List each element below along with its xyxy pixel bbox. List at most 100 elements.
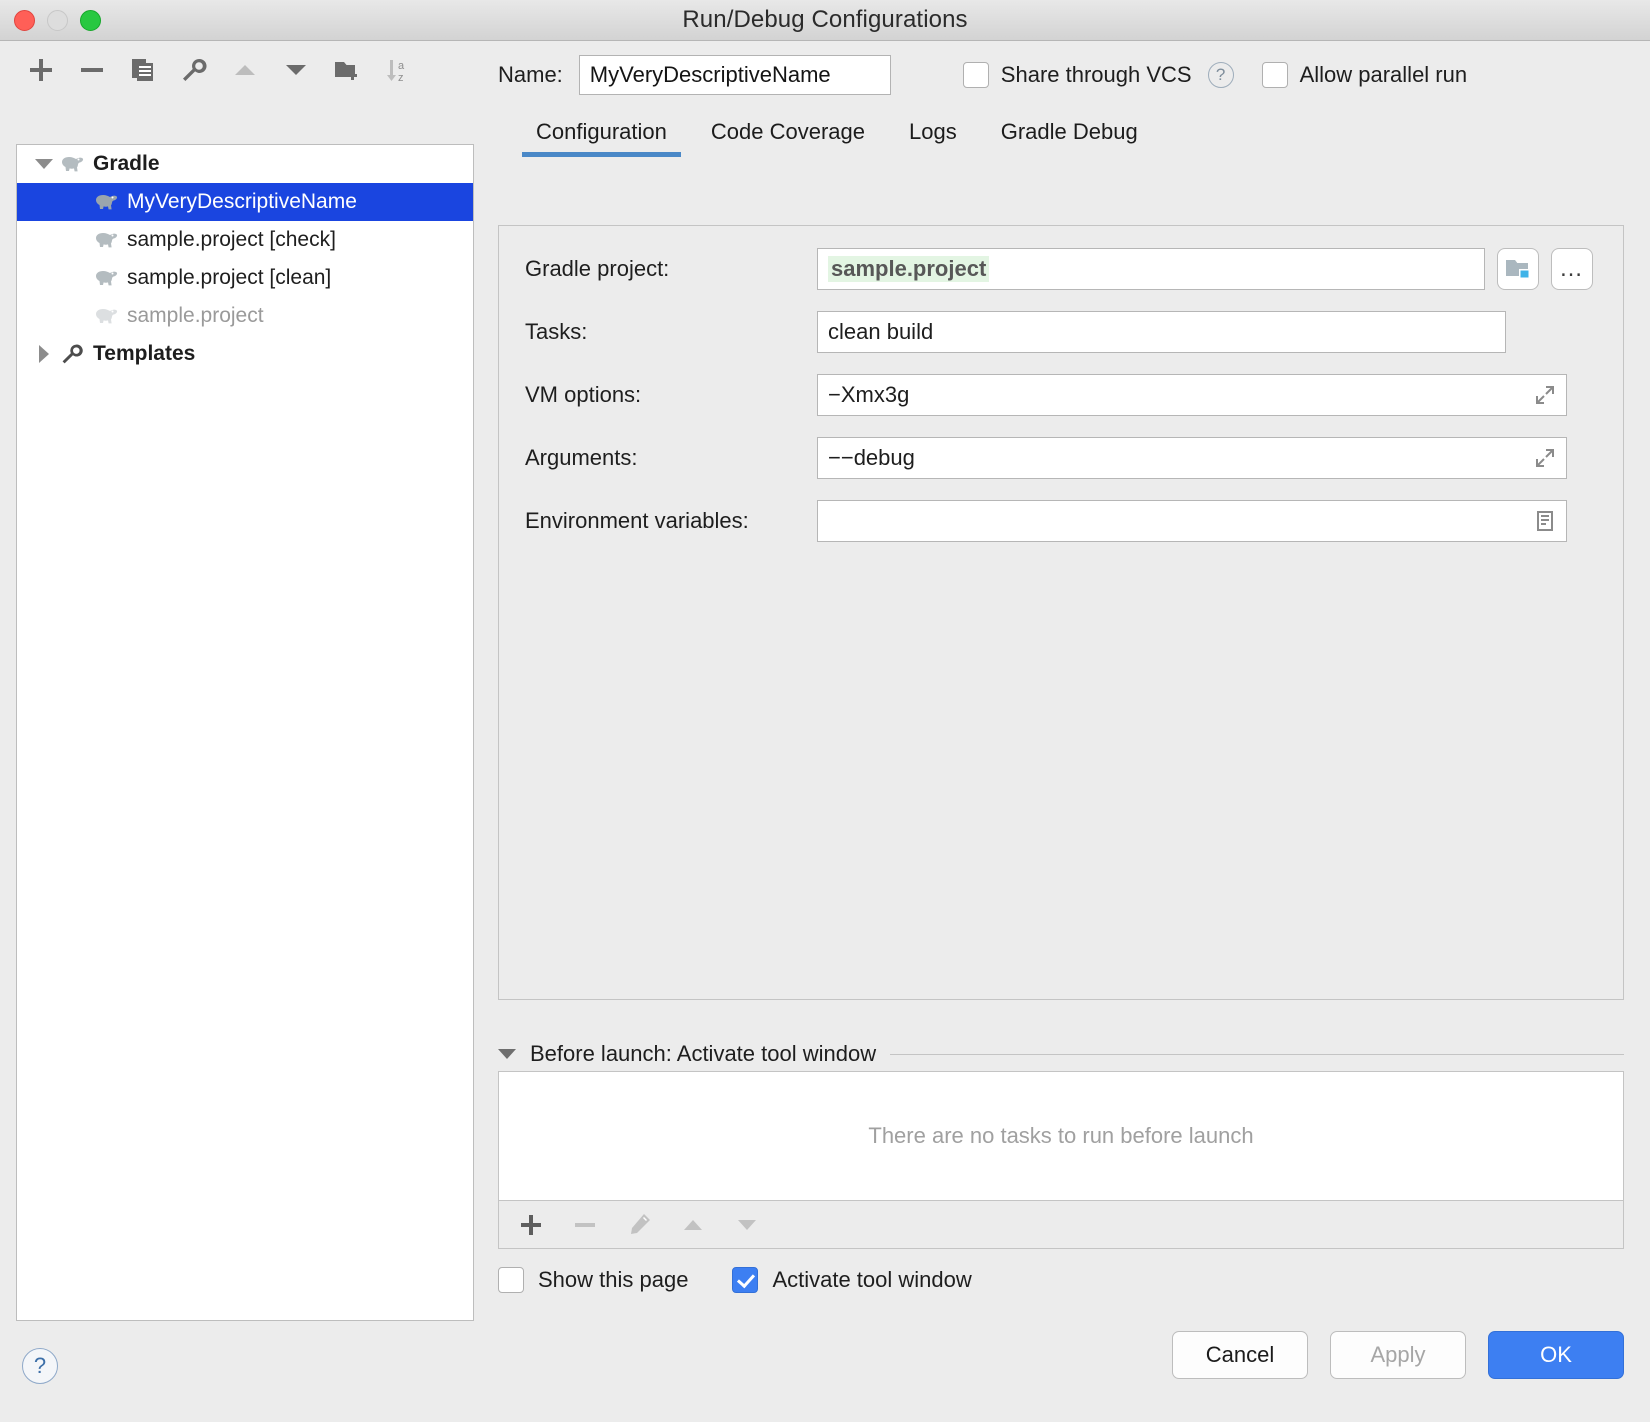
chevron-right-icon[interactable] [31,345,57,363]
before-launch-task-list[interactable]: There are no tasks to run before launch [498,1071,1624,1201]
move-task-down-button[interactable] [733,1211,761,1239]
gradle-elephant-icon [57,154,87,174]
allow-parallel-run-label: Allow parallel run [1299,62,1468,87]
configuration-form: Gradle project: sample.project … Tasks: … [499,226,1623,542]
configuration-editor-pane: Name: MyVeryDescriptiveName Share throug… [490,41,1650,1422]
tasks-row: Tasks: clean build [525,311,1593,353]
before-launch-header[interactable]: Before launch: Activate tool window [498,1041,1624,1067]
before-launch-title: Before launch: Activate tool window [530,1041,877,1066]
share-through-vcs-checkbox[interactable] [962,62,989,88]
wrench-icon [57,342,87,366]
vm-options-label: VM options: [525,382,642,407]
tab-configuration[interactable]: Configuration [514,119,689,157]
browse-module-button[interactable] [1497,248,1539,290]
chevron-down-icon[interactable] [31,159,57,169]
environment-variables-input[interactable] [817,500,1567,542]
tree-node-label: sample.project [check] [127,228,336,251]
arguments-value: −−debug [828,445,915,470]
move-up-button[interactable] [230,55,260,85]
svg-text:z: z [398,72,404,84]
expand-editor-icon[interactable] [1534,384,1556,412]
expand-editor-icon[interactable] [1534,447,1556,475]
tab-logs[interactable]: Logs [887,119,979,157]
activate-tool-window-checkbox[interactable] [732,1267,759,1293]
tree-node-label: sample.project [127,304,264,327]
configurations-tree[interactable]: Gradle MyVeryDescriptiveName sample.proj… [16,144,474,1321]
gradle-project-label: Gradle project: [525,256,670,281]
environment-variables-row: Environment variables: [525,500,1593,542]
name-input[interactable]: MyVeryDescriptiveName [578,55,891,95]
folder-module-icon [1506,260,1530,279]
title-bar: Run/Debug Configurations [0,0,1650,41]
dialog-buttons: Cancel Apply OK [1172,1331,1624,1379]
gradle-elephant-icon [91,268,121,288]
gradle-project-more-button[interactable]: … [1551,248,1593,290]
tree-node-label: Templates [93,342,196,365]
allow-parallel-run-checkbox[interactable] [1261,62,1288,88]
tree-node-label: sample.project [clean] [127,266,332,289]
show-this-page-label: Show this page [538,1267,689,1292]
before-launch-toolbar [498,1201,1624,1249]
share-through-vcs-label: Share through VCS [1000,62,1192,87]
configurations-toolbar: a z [0,41,490,99]
sort-alphabetically-button[interactable]: a z [383,55,413,85]
ellipsis-icon: … [1559,255,1585,282]
tree-node-sample-project-check[interactable]: sample.project [check] [17,221,473,259]
gradle-project-row: Gradle project: sample.project … [525,248,1593,290]
gradle-elephant-icon [91,192,121,212]
tree-node-gradle[interactable]: Gradle [17,145,473,183]
tasks-input[interactable]: clean build [817,311,1506,353]
show-this-page-checkbox[interactable] [498,1267,524,1293]
ok-button[interactable]: OK [1488,1331,1624,1379]
environment-variables-label: Environment variables: [525,508,749,533]
arguments-label: Arguments: [525,445,638,470]
arguments-row: Arguments: −−debug [525,437,1593,479]
share-through-vcs-group[interactable]: Share through VCS ? [962,62,1234,88]
tree-node-label: Gradle [93,152,160,175]
vm-options-input[interactable]: −Xmx3g [817,374,1567,416]
apply-button[interactable]: Apply [1330,1331,1466,1379]
tree-node-templates[interactable]: Templates [17,335,473,373]
edit-task-button[interactable] [625,1211,653,1239]
gradle-elephant-icon [91,306,121,326]
activate-tool-window-label: Activate tool window [772,1267,972,1292]
tab-code-coverage[interactable]: Code Coverage [689,119,887,157]
move-task-up-button[interactable] [679,1211,707,1239]
gradle-elephant-icon [91,230,121,250]
tasks-label: Tasks: [525,319,588,344]
svg-text:a: a [398,60,405,72]
environment-variables-editor-icon[interactable] [1534,510,1556,538]
gradle-project-input[interactable]: sample.project [817,248,1485,290]
add-configuration-button[interactable] [26,55,56,85]
configuration-panel: Gradle project: sample.project … Tasks: … [498,225,1624,1000]
vm-options-value: −Xmx3g [828,382,910,407]
before-launch-collapse-icon[interactable] [498,1049,516,1059]
gradle-project-value: sample.project [828,256,990,282]
before-launch-divider [890,1053,1624,1055]
arguments-input[interactable]: −−debug [817,437,1567,479]
editor-tabs: Configuration Code Coverage Logs Gradle … [514,105,1624,157]
before-launch-empty-message: There are no tasks to run before launch [868,1123,1254,1148]
share-vcs-help-icon[interactable]: ? [1207,62,1234,88]
remove-configuration-button[interactable] [77,55,107,85]
add-task-button[interactable] [517,1211,545,1239]
name-row: Name: MyVeryDescriptiveName Share throug… [498,41,1624,99]
edit-templates-button[interactable] [179,55,209,85]
bottom-checkboxes: Show this page Activate tool window [498,1267,972,1293]
name-label: Name: [498,62,563,87]
window-title: Run/Debug Configurations [682,6,968,33]
tree-node-sample-project-clean[interactable]: sample.project [clean] [17,259,473,297]
allow-parallel-run-group[interactable]: Allow parallel run [1261,62,1468,88]
copy-configuration-button[interactable] [128,55,158,85]
cancel-button[interactable]: Cancel [1172,1331,1308,1379]
help-button[interactable]: ? [22,1348,58,1384]
vm-options-row: VM options: −Xmx3g [525,374,1593,416]
tree-node-sample-project-temporary[interactable]: sample.project [17,297,473,335]
tab-gradle-debug[interactable]: Gradle Debug [979,119,1160,157]
move-down-button[interactable] [281,55,311,85]
tree-node-label: MyVeryDescriptiveName [127,190,357,213]
move-into-folder-button[interactable] [332,55,362,85]
tree-node-myverydescriptivename[interactable]: MyVeryDescriptiveName [17,183,473,221]
remove-task-button[interactable] [571,1211,599,1239]
configurations-pane: a z Gradle MyVeryDescriptiveName sample.… [0,41,490,1422]
